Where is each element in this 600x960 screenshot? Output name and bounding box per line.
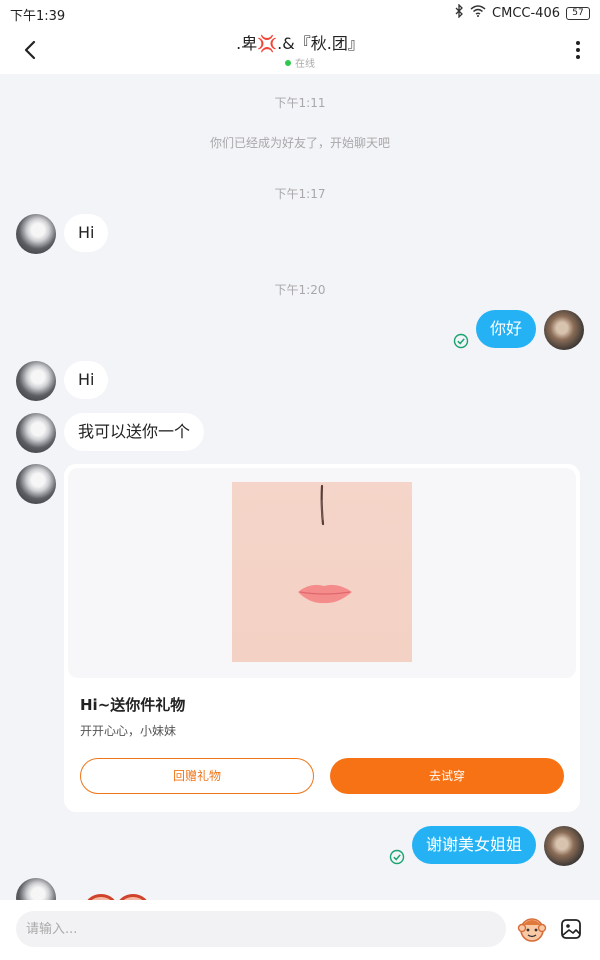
bluetooth-icon [454, 3, 464, 22]
contact-avatar[interactable] [16, 464, 56, 504]
try-on-button[interactable]: 去试穿 [330, 758, 564, 794]
gift-image [232, 482, 412, 662]
status-bar: 下午1:39 CMCC-406 57 [0, 0, 600, 26]
back-icon [24, 40, 36, 60]
chat-title: .卑💢.&『秋.团』 [236, 34, 364, 53]
input-bar [0, 900, 600, 960]
gift-card[interactable]: Hi~送你件礼物 开开心心，小妹妹 回赠礼物 去试穿 [64, 464, 580, 812]
contact-avatar[interactable] [16, 361, 56, 401]
image-button[interactable] [558, 916, 584, 942]
gift-title: Hi~送你件礼物 [80, 696, 186, 714]
message-input[interactable] [16, 911, 506, 947]
message-bubble[interactable]: Hi [64, 214, 109, 252]
more-button[interactable] [568, 36, 588, 64]
image-icon [561, 919, 581, 939]
friend-notice: 你们已经成为好友了，开始聊天吧 [209, 136, 390, 150]
timestamp: 下午1:17 [274, 187, 326, 201]
back-button[interactable] [14, 36, 46, 64]
my-avatar[interactable] [544, 826, 584, 866]
online-dot [285, 59, 291, 66]
timestamp: 下午1:20 [274, 283, 326, 297]
timestamp: 下午1:11 [274, 96, 326, 110]
gift-subtitle: 开开心心，小妹妹 [80, 724, 177, 738]
message-bubble[interactable]: 你好 [476, 310, 537, 348]
return-gift-button[interactable]: 回赠礼物 [80, 758, 314, 794]
emoji-button[interactable] [516, 914, 548, 946]
wifi-icon [470, 5, 486, 21]
more-icon [576, 41, 580, 59]
status-time: 下午1:39 [10, 9, 66, 24]
read-check-icon [453, 333, 469, 349]
contact-avatar[interactable] [16, 214, 56, 254]
status-right: CMCC-406 57 [454, 3, 590, 22]
my-avatar[interactable] [544, 310, 584, 350]
chat-title-area: .卑💢.&『秋.团』 在线 [150, 30, 450, 70]
message-bubble[interactable]: 谢谢美女姐姐 [412, 826, 537, 864]
emoji-icon [517, 918, 547, 942]
network-name: CMCC-406 [492, 5, 560, 21]
message-bubble[interactable]: Hi [64, 361, 109, 399]
message-bubble[interactable]: 我可以送你一个 [64, 413, 205, 451]
read-check-icon [389, 849, 405, 865]
online-label: 在线 [295, 59, 315, 70]
gift-image-area [68, 468, 576, 678]
online-status: 在线 [150, 55, 450, 70]
battery-indicator: 57 [566, 6, 590, 20]
gift-illustration [298, 484, 352, 604]
chat-header: .卑💢.&『秋.团』 在线 [0, 26, 600, 74]
contact-avatar[interactable] [16, 413, 56, 453]
